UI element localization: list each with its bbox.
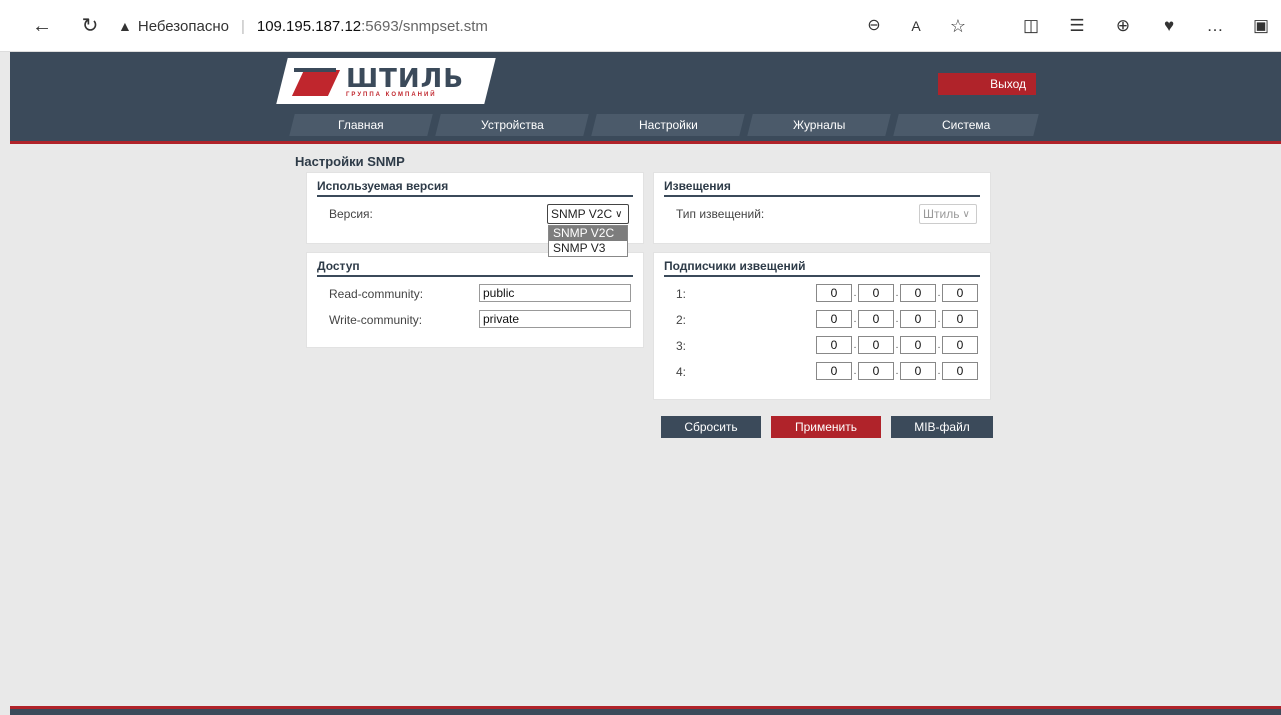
subscribers-panel: Подписчики извещений 1: . . . 2: . . . 3…: [653, 252, 991, 400]
more-icon[interactable]: …: [1203, 14, 1227, 38]
subscriber-ip-2: . . .: [816, 310, 978, 328]
ip-octet-input[interactable]: [942, 310, 978, 328]
subscriber-label: 3:: [676, 339, 687, 353]
favorites-icon[interactable]: ☰: [1065, 14, 1089, 38]
chevron-down-icon: ∨: [615, 208, 623, 220]
read-aloud-icon[interactable]: A: [904, 14, 928, 38]
notifications-panel: Извещения Тип извещений: Штиль ∨: [653, 172, 991, 244]
ip-octet-input[interactable]: [900, 310, 936, 328]
ip-octet-input[interactable]: [858, 284, 894, 302]
write-community-label: Write-community:: [329, 313, 423, 327]
ip-octet-input[interactable]: [942, 362, 978, 380]
menu-item-home[interactable]: Главная: [289, 114, 433, 136]
ip-octet-input[interactable]: [816, 310, 852, 328]
ip-octet-input[interactable]: [816, 362, 852, 380]
footer-bar: [10, 709, 1281, 715]
logo[interactable]: ШТИЛЬ ГРУППА КОМПАНИЙ: [291, 62, 474, 102]
notification-type-label: Тип извещений:: [676, 207, 765, 221]
address-bar[interactable]: ▲ Небезопасно | 109.195.187.12 :5693/snm…: [118, 10, 838, 42]
logo-text: ШТИЛЬ ГРУППА КОМПАНИЙ: [346, 66, 464, 98]
notification-type-value: Штиль: [923, 207, 960, 221]
menu-item-system[interactable]: Система: [893, 114, 1039, 136]
ip-octet-input[interactable]: [816, 336, 852, 354]
chevron-down-icon: ∨: [962, 208, 970, 220]
ip-octet-input[interactable]: [858, 336, 894, 354]
version-select[interactable]: SNMP V2C ∨: [547, 204, 629, 224]
notifications-panel-title: Извещения: [664, 179, 980, 197]
warning-icon: ▲: [118, 18, 132, 34]
mib-file-button[interactable]: MIB-файл: [891, 416, 993, 438]
version-panel-title: Используемая версия: [317, 179, 633, 197]
ip-octet-input[interactable]: [900, 336, 936, 354]
ip-octet-input[interactable]: [942, 336, 978, 354]
subscriber-label: 1:: [676, 287, 687, 301]
page-title: Настройки SNMP: [295, 154, 405, 169]
logo-mark-icon: [291, 66, 341, 98]
refresh-icon[interactable]: ↻: [78, 14, 102, 38]
menu-item-devices[interactable]: Устройства: [435, 114, 589, 136]
logo-title: ШТИЛЬ: [346, 64, 465, 94]
favorite-star-icon[interactable]: ☆: [946, 14, 970, 38]
url-path: :5693/snmpset.stm: [361, 17, 488, 35]
subscriber-ip-1: . . .: [816, 284, 978, 302]
site-header: ШТИЛЬ ГРУППА КОМПАНИЙ Выход Главная Устр…: [10, 52, 1281, 141]
address-separator: |: [240, 17, 245, 35]
version-select-value: SNMP V2C: [551, 207, 613, 221]
apply-button[interactable]: Применить: [771, 416, 881, 438]
health-icon[interactable]: ♥: [1157, 14, 1181, 38]
subscriber-ip-3: . . .: [816, 336, 978, 354]
version-dropdown-list: SNMP V2C SNMP V3: [548, 225, 628, 257]
subscribers-panel-title: Подписчики извещений: [664, 259, 980, 277]
access-panel-title: Доступ: [317, 259, 633, 277]
ip-octet-input[interactable]: [858, 310, 894, 328]
security-label[interactable]: Небезопасно: [138, 18, 229, 35]
ip-octet-input[interactable]: [816, 284, 852, 302]
main-menu: Главная Устройства Настройки Журналы Сис…: [289, 114, 1044, 136]
sidebar-icon[interactable]: ▣: [1249, 14, 1273, 38]
collections-icon[interactable]: ⊕: [1111, 14, 1135, 38]
ip-octet-input[interactable]: [942, 284, 978, 302]
browser-toolbar: ← ↻ ▲ Небезопасно | 109.195.187.12 :5693…: [0, 0, 1281, 52]
header-divider: [10, 141, 1281, 144]
write-community-input[interactable]: [479, 310, 631, 328]
exit-button[interactable]: Выход: [938, 73, 1036, 95]
subscriber-label: 2:: [676, 313, 687, 327]
notification-type-select: Штиль ∨: [919, 204, 977, 224]
url-host: 109.195.187.12: [256, 17, 362, 35]
ip-octet-input[interactable]: [900, 362, 936, 380]
ip-octet-input[interactable]: [858, 362, 894, 380]
ip-octet-input[interactable]: [900, 284, 936, 302]
reset-button[interactable]: Сбросить: [661, 416, 761, 438]
menu-item-settings[interactable]: Настройки: [591, 114, 745, 136]
browser-actions: ◫ ☰ ⊕ ♥ … ▣: [1019, 14, 1273, 38]
split-screen-icon[interactable]: ◫: [1019, 14, 1043, 38]
back-icon[interactable]: ←: [30, 14, 54, 38]
subscriber-label: 4:: [676, 365, 687, 379]
read-community-label: Read-community:: [329, 287, 424, 301]
subscriber-ip-4: . . .: [816, 362, 978, 380]
zoom-icon[interactable]: ⊖: [862, 14, 886, 38]
version-option-v3[interactable]: SNMP V3: [549, 241, 627, 256]
version-option-v2c[interactable]: SNMP V2C: [549, 226, 627, 241]
access-panel: Доступ Read-community: Write-community:: [306, 252, 644, 348]
version-label: Версия:: [329, 207, 373, 221]
read-community-input[interactable]: [479, 284, 631, 302]
menu-item-logs[interactable]: Журналы: [747, 114, 891, 136]
